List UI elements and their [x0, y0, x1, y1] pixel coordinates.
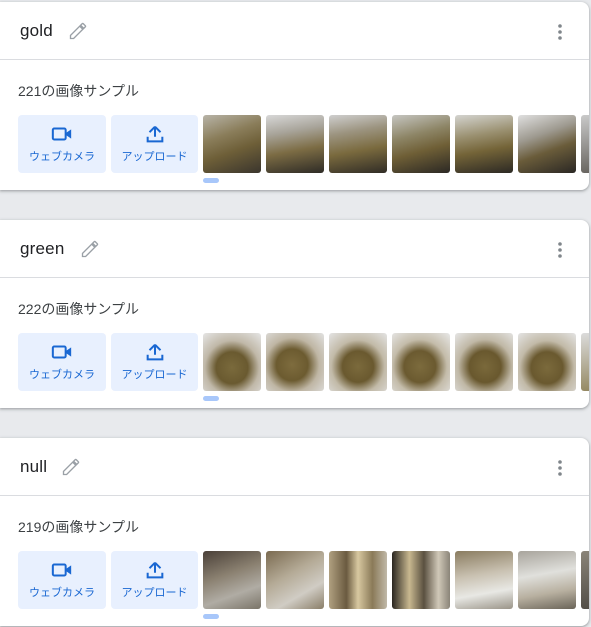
sample-thumbnail[interactable]	[518, 551, 576, 609]
videocam-icon	[51, 563, 72, 577]
sample-thumbnail[interactable]	[266, 115, 324, 173]
pencil-icon[interactable]	[68, 21, 88, 41]
pencil-icon[interactable]	[80, 239, 100, 259]
card-header: null	[0, 438, 589, 496]
class-name[interactable]: null	[20, 457, 47, 477]
sample-count: 222の画像サンプル	[18, 301, 139, 317]
card-header: gold	[0, 2, 589, 60]
thumbnail-strip[interactable]	[203, 333, 589, 391]
scroll-indicator[interactable]	[203, 396, 219, 401]
class-name[interactable]: gold	[20, 21, 53, 41]
upload-icon	[146, 343, 163, 361]
more-vert-icon[interactable]	[550, 22, 570, 42]
sample-thumbnail[interactable]	[329, 551, 387, 609]
webcam-button[interactable]: ウェブカメラ	[18, 551, 106, 609]
class-card-green: green 222の画像サンプル ウェブカメラ アップロード	[0, 220, 589, 408]
scroll-indicator[interactable]	[203, 178, 219, 183]
more-vert-icon[interactable]	[550, 240, 570, 260]
sample-count: 219の画像サンプル	[18, 519, 139, 535]
sample-thumbnail[interactable]	[518, 115, 576, 173]
pencil-icon[interactable]	[61, 457, 81, 477]
upload-icon	[146, 125, 163, 143]
thumbnail-strip[interactable]	[203, 115, 589, 173]
sample-thumbnail[interactable]	[581, 551, 589, 609]
scroll-indicator[interactable]	[203, 614, 219, 619]
sample-thumbnail[interactable]	[329, 115, 387, 173]
videocam-icon	[51, 127, 72, 141]
upload-button[interactable]: アップロード	[111, 115, 198, 173]
webcam-button[interactable]: ウェブカメラ	[18, 115, 106, 173]
webcam-button[interactable]: ウェブカメラ	[18, 333, 106, 391]
class-name[interactable]: green	[20, 239, 64, 259]
webcam-label: ウェブカメラ	[29, 369, 95, 381]
thumbnail-strip[interactable]	[203, 551, 589, 609]
sample-thumbnail[interactable]	[392, 551, 450, 609]
sample-thumbnail[interactable]	[581, 333, 589, 391]
webcam-label: ウェブカメラ	[29, 587, 95, 599]
upload-button[interactable]: アップロード	[111, 333, 198, 391]
sample-thumbnail[interactable]	[455, 551, 513, 609]
sample-thumbnail[interactable]	[581, 115, 589, 173]
sample-thumbnail[interactable]	[518, 333, 576, 391]
sample-thumbnail[interactable]	[455, 333, 513, 391]
sample-thumbnail[interactable]	[266, 333, 324, 391]
card-header: green	[0, 220, 589, 278]
upload-label: アップロード	[121, 587, 188, 599]
sample-thumbnail[interactable]	[203, 115, 261, 173]
upload-button[interactable]: アップロード	[111, 551, 198, 609]
sample-thumbnail[interactable]	[455, 115, 513, 173]
sample-thumbnail[interactable]	[266, 551, 324, 609]
videocam-icon	[51, 345, 72, 359]
more-vert-icon[interactable]	[550, 458, 570, 478]
sample-thumbnail[interactable]	[203, 551, 261, 609]
upload-icon	[146, 561, 163, 579]
webcam-label: ウェブカメラ	[29, 151, 95, 163]
sample-thumbnail[interactable]	[203, 333, 261, 391]
class-card-null: null 219の画像サンプル ウェブカメラ アップロード	[0, 438, 589, 626]
class-card-gold: gold 221の画像サンプル ウェブカメラ アップロード	[0, 2, 589, 190]
sample-thumbnail[interactable]	[329, 333, 387, 391]
upload-label: アップロード	[121, 151, 188, 163]
sample-count: 221の画像サンプル	[18, 83, 139, 99]
sample-thumbnail[interactable]	[392, 115, 450, 173]
sample-thumbnail[interactable]	[392, 333, 450, 391]
upload-label: アップロード	[121, 369, 188, 381]
